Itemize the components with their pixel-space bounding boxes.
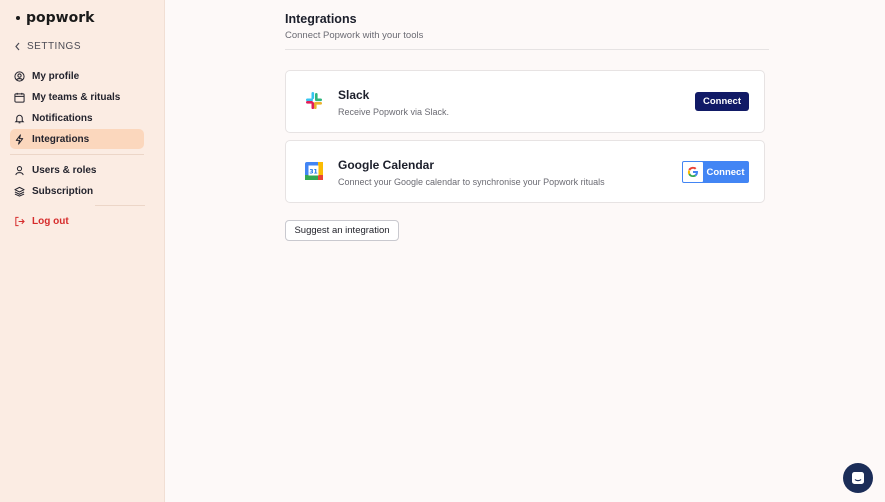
sidebar-item-label: Users & roles [32,164,97,176]
sidebar-item-label: My profile [32,70,80,82]
back-label: SETTINGS [27,41,82,52]
chat-launcher-button[interactable] [843,463,873,493]
integration-card-slack: Slack Receive Popwork via Slack. Connect [285,70,765,133]
sidebar-item-label: Subscription [32,185,94,197]
user-circle-icon [14,70,25,82]
sidebar: popwork SETTINGS My profile My teams & r… [0,0,165,502]
integration-name: Slack [338,88,370,102]
sidebar-item-integrations[interactable]: Integrations [10,129,144,149]
sidebar-item-my-profile[interactable]: My profile [10,66,144,86]
slack-connect-button[interactable]: Connect [695,92,749,111]
page-title: Integrations [285,12,357,26]
brand-dot [16,16,20,20]
chevron-left-icon [15,42,20,51]
sidebar-item-users-roles[interactable]: Users & roles [10,160,144,180]
sidebar-item-label: My teams & rituals [32,91,121,103]
sidebar-item-subscription[interactable]: Subscription [10,181,144,201]
integration-name: Google Calendar [338,158,435,172]
back-to-settings[interactable]: SETTINGS [14,41,81,52]
google-g-icon [683,162,703,182]
slack-icon [306,92,322,109]
layers-icon [14,186,25,197]
calendar-icon [14,92,25,103]
google-connect-button[interactable]: Connect [682,161,749,183]
logout-label: Log out [32,215,69,227]
logout-icon [15,216,25,226]
brand-name: popwork [26,10,95,26]
calendar-day: 31 [309,168,317,175]
suggest-integration-button[interactable]: Suggest an integration [285,220,399,241]
lightning-icon [15,133,24,145]
brand-logo[interactable]: popwork [16,10,94,26]
integration-card-google-calendar: 31 Google Calendar Connect your Google c… [285,140,765,203]
sidebar-item-label: Integrations [32,133,90,145]
bell-icon [14,114,25,123]
user-icon [15,165,24,175]
google-connect-label: Connect [706,166,745,178]
sidebar-divider [10,154,144,155]
sidebar-item-notifications[interactable]: Notifications [10,108,144,128]
chat-icon [852,472,864,484]
integration-description: Connect your Google calendar to synchron… [338,177,605,187]
sidebar-item-label: Notifications [32,112,93,124]
google-calendar-icon: 31 [305,162,323,180]
sidebar-item-my-teams[interactable]: My teams & rituals [10,87,144,107]
sidebar-divider [95,205,145,206]
header-divider [285,49,769,50]
page-subtitle: Connect Popwork with your tools [285,30,424,41]
logout-button[interactable]: Log out [10,211,144,231]
integration-description: Receive Popwork via Slack. [338,107,450,117]
